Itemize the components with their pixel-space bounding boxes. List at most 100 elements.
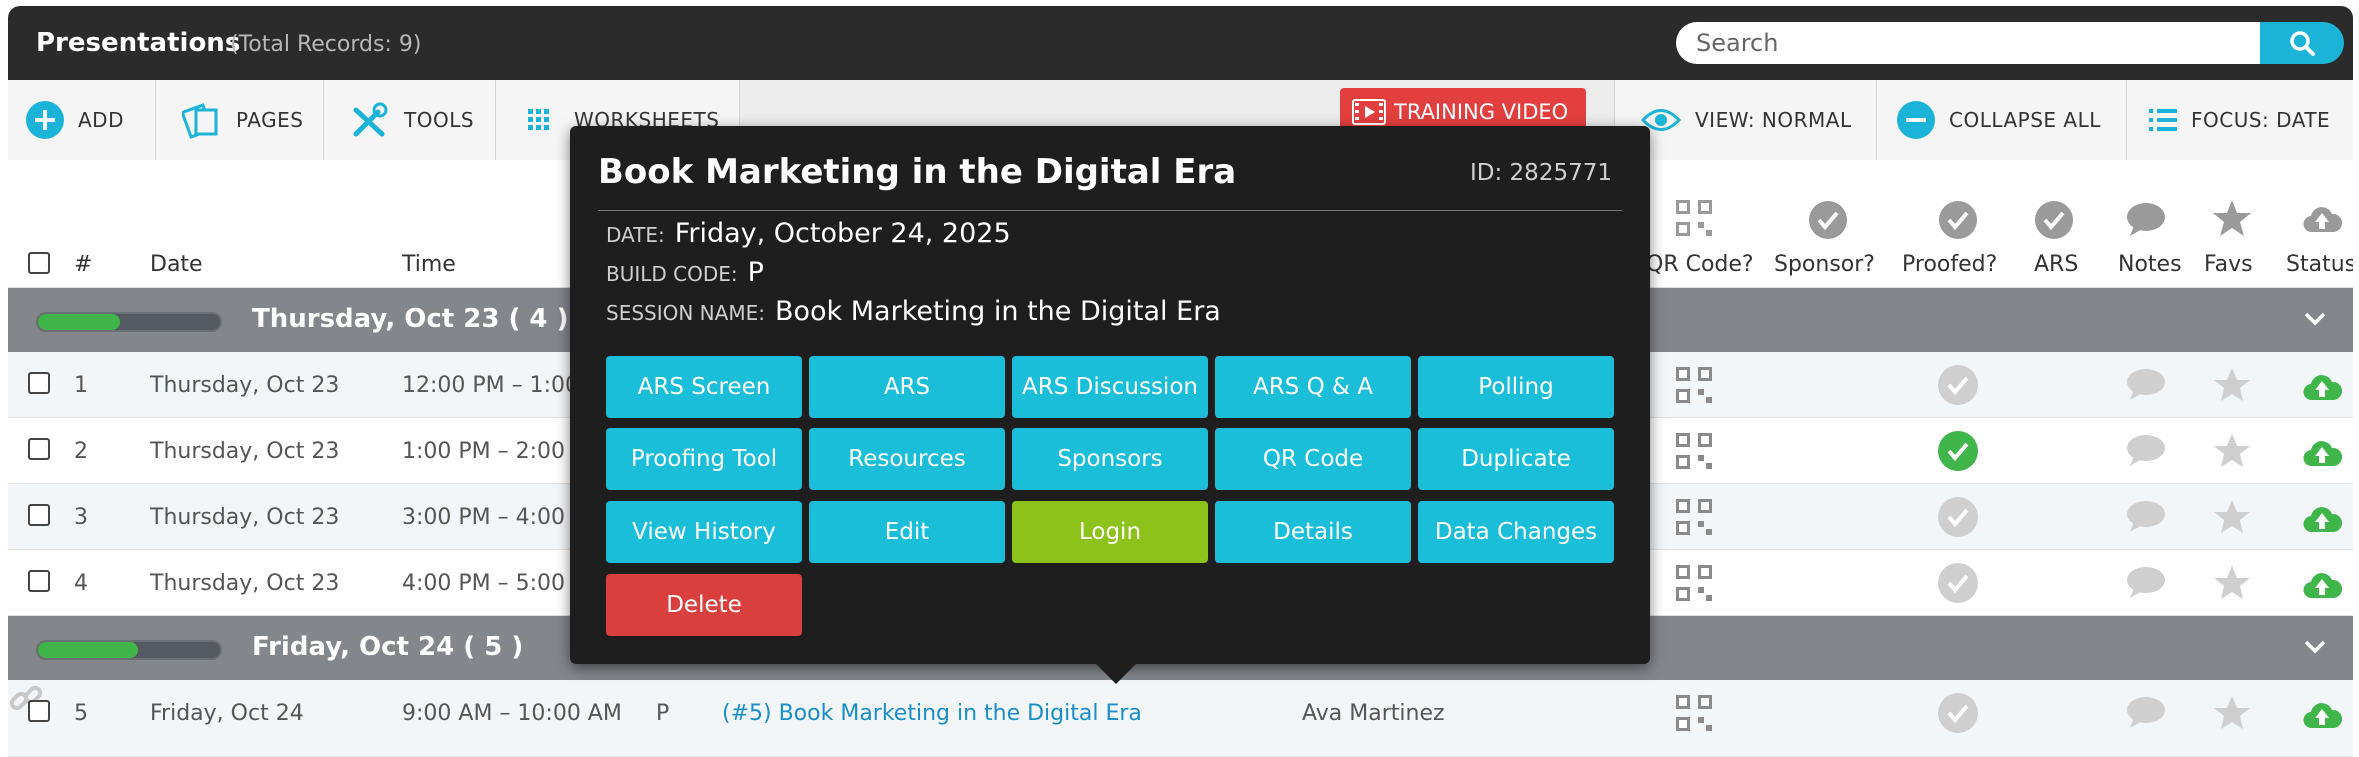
add-button[interactable]: ADD [8,80,156,160]
resources-button[interactable]: Resources [809,428,1005,490]
row-date: Thursday, Oct 23 [150,505,340,530]
details-button[interactable]: Details [1215,501,1411,563]
popup-session-label: SESSION NAME: [606,301,765,325]
star-icon[interactable] [2214,565,2250,601]
focus-date-button[interactable]: FOCUS: DATE [2126,80,2353,160]
qr-code-icon[interactable] [1676,367,1712,403]
table-row[interactable]: 5 Friday, Oct 24 9:00 AM – 10:00 AM P (#… [8,680,2353,757]
col-date[interactable]: Date [150,252,203,277]
sponsors-button[interactable]: Sponsors [1012,428,1208,490]
cloud-upload-icon[interactable] [2302,504,2342,534]
col-num[interactable]: # [74,252,92,277]
proofed-check-icon [1939,201,1977,239]
unproofed-check-icon[interactable] [1938,563,1978,603]
star-icon[interactable] [2214,499,2250,535]
duplicate-button[interactable]: Duplicate [1418,428,1614,490]
col-notes[interactable]: Notes [2118,252,2182,277]
unproofed-check-icon[interactable] [1938,497,1978,537]
unproofed-check-icon[interactable] [1938,693,1978,733]
tools-icon [353,102,388,137]
pages-button[interactable]: PAGES [156,80,324,160]
data-changes-button[interactable]: Data Changes [1418,501,1614,563]
row-date: Thursday, Oct 23 [150,373,340,398]
proofed-check-icon[interactable] [1938,431,1978,471]
ars-screen-button[interactable]: ARS Screen [606,356,802,418]
row-checkbox[interactable] [28,570,50,592]
focus-label: FOCUS: DATE [2191,108,2331,132]
col-favs[interactable]: Favs [2204,252,2253,277]
cloud-upload-icon[interactable] [2302,570,2342,600]
row-time: 12:00 PM – 1:00 [402,373,580,398]
polling-button[interactable]: Polling [1418,356,1614,418]
qr-code-icon[interactable] [1676,433,1712,469]
group-title: Thursday, Oct 23 ( 4 ) [252,304,569,334]
row-time: 3:00 PM – 4:00 P [402,505,586,530]
row-checkbox[interactable] [28,438,50,460]
notes-icon[interactable] [2126,696,2166,730]
row-checkbox[interactable] [28,372,50,394]
group-progress-fill [38,642,139,658]
star-icon[interactable] [2214,695,2250,731]
star-icon[interactable] [2214,433,2250,469]
row-date: Friday, Oct 24 [150,701,304,726]
star-icon[interactable] [2214,367,2250,403]
row-num: 5 [74,701,88,726]
col-qr-code[interactable]: QR Code? [1646,252,1754,277]
cloud-upload-icon [2303,207,2342,233]
row-checkbox[interactable] [28,700,50,722]
list-icon [2149,109,2177,131]
row-num: 4 [74,571,88,596]
unproofed-check-icon[interactable] [1938,365,1978,405]
col-time[interactable]: Time [402,252,456,277]
chevron-down-icon[interactable] [2302,306,2328,332]
popup-session-field: SESSION NAME: Book Marketing in the Digit… [606,296,1221,327]
popup-date-value: Friday, October 24, 2025 [674,218,1011,249]
popup-date-field: DATE: Friday, October 24, 2025 [606,218,1011,249]
notes-icon[interactable] [2126,434,2166,468]
search-input[interactable] [1676,22,2310,64]
notes-icon[interactable] [2126,368,2166,402]
view-normal-button[interactable]: VIEW: NORMAL [1614,80,1876,160]
col-status[interactable]: Status [2286,252,2353,277]
delete-button[interactable]: Delete [606,574,802,636]
row-presenter: Ava Martinez [1302,701,1445,726]
row-num: 2 [74,439,88,464]
cloud-upload-icon[interactable] [2302,372,2342,402]
cloud-upload-icon[interactable] [2302,700,2342,730]
ars-discussion-button[interactable]: ARS Discussion [1012,356,1208,418]
popup-date-label: DATE: [606,223,665,247]
qr-code-icon[interactable] [1676,499,1712,535]
collapse-all-button[interactable]: COLLAPSE ALL [1876,80,2126,160]
col-ars[interactable]: ARS [2034,252,2078,277]
row-checkbox[interactable] [28,504,50,526]
qr-code-icon[interactable] [1676,695,1712,731]
notes-icon[interactable] [2126,566,2166,600]
select-all-checkbox[interactable] [28,252,50,274]
tools-button[interactable]: TOOLS [324,80,496,160]
col-proofed[interactable]: Proofed? [1902,252,1997,277]
edit-button[interactable]: Edit [809,501,1005,563]
video-icon [1352,99,1386,125]
row-title-link[interactable]: (#5) Book Marketing in the Digital Era [722,701,1142,726]
sponsor-check-icon [1809,201,1847,239]
ars-check-icon [2035,201,2073,239]
row-build-code: P [656,701,670,726]
ars-qa-button[interactable]: ARS Q & A [1215,356,1411,418]
add-label: ADD [78,108,124,132]
qr-code-button[interactable]: QR Code [1215,428,1411,490]
qr-code-icon[interactable] [1676,565,1712,601]
popup-id: ID: 2825771 [1470,160,1612,186]
proofing-tool-button[interactable]: Proofing Tool [606,428,802,490]
login-button[interactable]: Login [1012,501,1208,563]
col-sponsor[interactable]: Sponsor? [1774,252,1875,277]
view-history-button[interactable]: View History [606,501,802,563]
row-time: 9:00 AM – 10:00 AM [402,701,622,726]
search-button[interactable] [2260,22,2344,64]
ars-button[interactable]: ARS [809,356,1005,418]
cloud-upload-icon[interactable] [2302,438,2342,468]
training-video-label: TRAINING VIDEO [1394,100,1569,124]
notes-icon[interactable] [2126,500,2166,534]
pages-icon [182,103,218,139]
view-label: VIEW: NORMAL [1695,108,1852,132]
chevron-down-icon[interactable] [2302,634,2328,660]
